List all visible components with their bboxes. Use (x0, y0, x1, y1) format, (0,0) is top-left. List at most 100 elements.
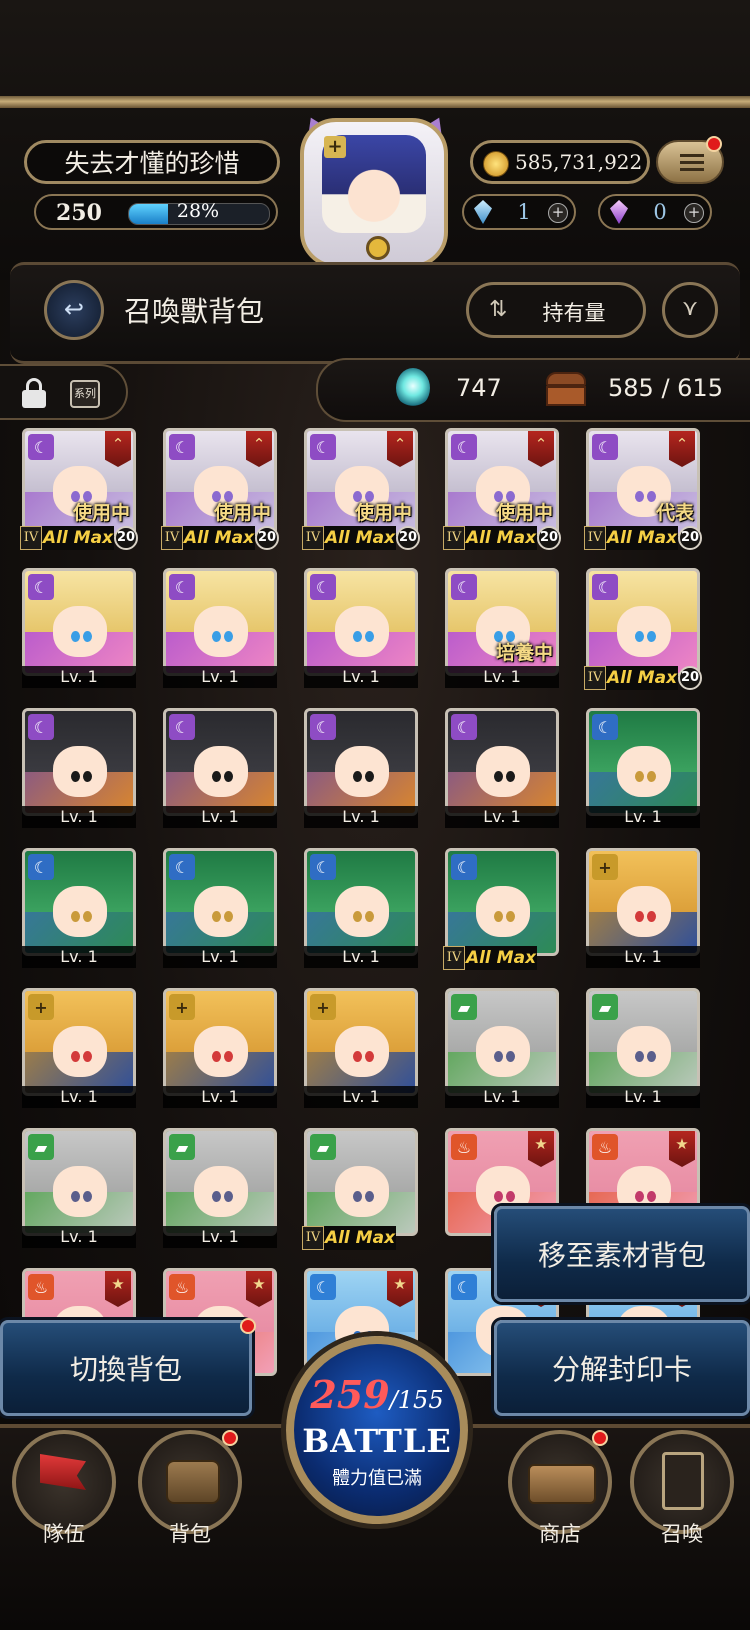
battle-button[interactable]: 259/155 BATTLE 體力值已滿 (286, 1336, 468, 1524)
card-level: Lv. 1 (22, 806, 136, 828)
summon-card[interactable]: ☾ Lv. 1 (20, 568, 138, 692)
card-status: 使用中 (495, 502, 553, 524)
portrait-face (194, 885, 249, 937)
summon-card[interactable]: ☾ Lv. 1 (20, 848, 138, 972)
portrait-face (617, 745, 672, 797)
card-footer: Lv. 1 (161, 806, 279, 830)
summon-card[interactable]: ☾ 培養中 Lv. 1 (443, 568, 561, 692)
summon-card[interactable]: ☾ Lv. 1 (302, 848, 420, 972)
bag-capacity: 585 / 615 (608, 374, 723, 402)
notification-dot (222, 1430, 238, 1446)
element-icon: ☾ (592, 714, 618, 740)
portrait-eye (365, 631, 375, 643)
element-icon: ☾ (451, 854, 477, 880)
portrait-eye (224, 631, 234, 643)
element-icon: ☾ (451, 574, 477, 600)
card-level: Lv. 1 (163, 666, 277, 688)
portrait-eye (494, 1191, 504, 1203)
card-portrait: ☾ (586, 708, 700, 816)
blue-gem-amount: 1 (517, 200, 531, 224)
element-icon: ☾ (28, 574, 54, 600)
element-icon: ☾ (28, 714, 54, 740)
back-button[interactable]: ↩ (44, 280, 104, 340)
card-footer: Lv. 1 (161, 1226, 279, 1250)
summon-card[interactable]: ☾ ⌃ 使用中 IV All Max 20 (20, 428, 138, 552)
portrait-face (53, 1165, 108, 1217)
sort-button[interactable]: ⇅ 持有量 (466, 282, 646, 338)
all-max-label: All Max (42, 526, 114, 550)
summon-card[interactable]: + Lv. 1 (20, 988, 138, 1112)
spirit-orb-icon (396, 368, 430, 408)
card-footer: Lv. 1 (20, 806, 138, 830)
summon-card[interactable]: ▰ Lv. 1 (443, 988, 561, 1112)
portrait-face (617, 885, 672, 937)
summon-card[interactable]: ☾ Lv. 1 (161, 568, 279, 692)
player-name[interactable]: 失去才懂的珍惜 (24, 140, 280, 184)
card-footer: Lv. 1 (302, 806, 420, 830)
shop-icon (528, 1464, 596, 1504)
series-button[interactable]: 系列 (70, 380, 100, 408)
sort-icon: ⇅ (489, 297, 508, 322)
card-footer: Lv. 1 (302, 1086, 420, 1110)
card-level: Lv. 1 (304, 666, 418, 688)
summon-card[interactable]: ▰ Lv. 1 (584, 988, 702, 1112)
element-icon: ☾ (592, 434, 618, 460)
portrait-eye (83, 1051, 93, 1063)
lock-icon[interactable] (22, 378, 46, 408)
summon-card[interactable]: ☾ ⌃ 代表 IV All Max 20 (584, 428, 702, 552)
purple-gem-amount: 0 (653, 200, 667, 224)
summon-card[interactable]: ▰ IV All Max (302, 1128, 420, 1252)
add-purple-gem-button[interactable]: + (684, 203, 704, 223)
card-status: 培養中 (495, 642, 553, 664)
summon-card[interactable]: ☾ IV All Max 20 (584, 568, 702, 692)
filter-button[interactable]: ⋎ (662, 282, 718, 338)
element-icon: ☾ (451, 1274, 477, 1300)
element-icon: ☾ (310, 1274, 336, 1300)
summon-card[interactable]: ▰ Lv. 1 (20, 1128, 138, 1252)
card-level: Lv. 1 (22, 1226, 136, 1248)
decompose-card-button[interactable]: 分解封印卡 (494, 1320, 750, 1416)
card-footer: IV All Max (302, 1226, 420, 1250)
summon-card[interactable]: ☾ ⌃ 使用中 IV All Max 20 (443, 428, 561, 552)
summon-card[interactable]: ☾ Lv. 1 (161, 708, 279, 832)
portrait-eye (635, 771, 645, 783)
summon-card[interactable]: ☾ Lv. 1 (302, 708, 420, 832)
summon-card[interactable]: + Lv. 1 (161, 988, 279, 1112)
blue-gem-icon (474, 200, 492, 224)
portrait-face (476, 885, 531, 937)
card-portrait: ☾ (445, 708, 559, 816)
portrait-eye (224, 771, 234, 783)
card-tier: IV (302, 1226, 324, 1250)
summon-card[interactable]: ☾ ⌃ 使用中 IV All Max 20 (161, 428, 279, 552)
portrait-eye (212, 1191, 222, 1203)
move-to-material-bag-button[interactable]: 移至素材背包 (494, 1206, 750, 1302)
rank-badge-icon: ⌃ (669, 431, 695, 467)
switch-bag-button[interactable]: 切換背包 (0, 1320, 252, 1416)
card-footer: Lv. 1 (161, 946, 279, 970)
summon-card[interactable]: ☾ Lv. 1 (584, 708, 702, 832)
card-level: Lv. 1 (304, 946, 418, 968)
summon-card[interactable]: ▰ Lv. 1 (161, 1128, 279, 1252)
card-status: 使用中 (72, 502, 130, 524)
card-footer: Lv. 1 (443, 1086, 561, 1110)
portrait-eye (353, 911, 363, 923)
card-portrait: ☾ (586, 568, 700, 676)
add-blue-gem-button[interactable]: + (548, 203, 568, 223)
summon-card[interactable]: ☾ ⌃ 使用中 IV All Max 20 (302, 428, 420, 552)
notification-dot (592, 1430, 608, 1446)
summon-card[interactable]: ☾ Lv. 1 (443, 708, 561, 832)
summon-card[interactable]: ☾ Lv. 1 (161, 848, 279, 972)
summon-card[interactable]: + Lv. 1 (302, 988, 420, 1112)
portrait-eye (83, 771, 93, 783)
summon-card[interactable]: ☾ IV All Max (443, 848, 561, 972)
portrait-eye (506, 771, 516, 783)
card-max-level: 20 (678, 526, 702, 550)
coin-amount: 585,731,922 (515, 150, 643, 174)
card-max-level: 20 (396, 526, 420, 550)
summon-card[interactable]: ☾ Lv. 1 (302, 568, 420, 692)
portrait-face (53, 605, 108, 657)
portrait-eye (494, 1051, 504, 1063)
card-level: Lv. 1 (304, 1086, 418, 1108)
summon-card[interactable]: + Lv. 1 (584, 848, 702, 972)
summon-card[interactable]: ☾ Lv. 1 (20, 708, 138, 832)
